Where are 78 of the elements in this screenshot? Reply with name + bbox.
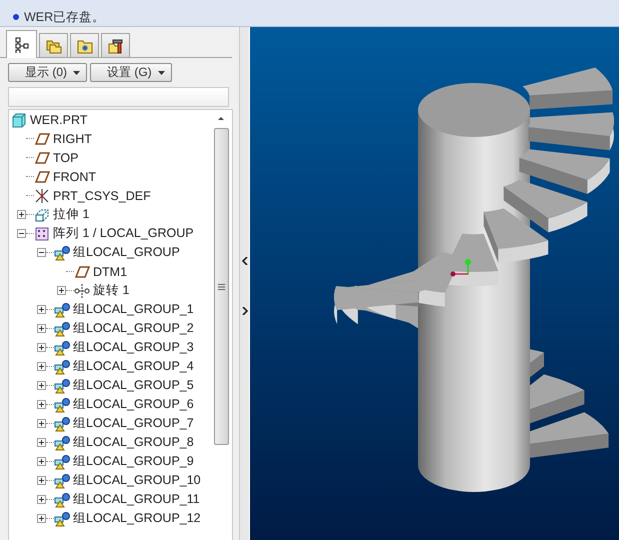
tree-item[interactable]: 组LOCAL_GROUP_2 [73, 320, 194, 337]
tree-item[interactable]: 组LOCAL_GROUP_4 [73, 358, 194, 375]
coordinate-axes-icon [450, 259, 471, 276]
expand-icon[interactable] [37, 381, 46, 390]
coordinate-system-icon [34, 188, 50, 204]
navigator-tab[interactable] [6, 30, 37, 58]
tree-item[interactable]: 组LOCAL_GROUP_8 [73, 434, 194, 451]
star-folder-icon [76, 38, 92, 54]
tree-item[interactable]: 组LOCAL_GROUP_6 [73, 396, 194, 413]
datum-plane-icon [34, 130, 50, 146]
expand-icon[interactable] [37, 400, 46, 409]
tree-item[interactable]: 组LOCAL_GROUP_7 [73, 415, 194, 432]
group-icon [54, 492, 70, 508]
navigator-tab[interactable] [101, 33, 130, 57]
expand-icon[interactable] [37, 343, 46, 352]
tree-item[interactable]: 阵列 1 / LOCAL_GROUP [53, 225, 194, 242]
group-icon [54, 416, 70, 432]
expand-right-icon[interactable] [242, 307, 248, 315]
datum-plane-icon [74, 264, 90, 280]
group-icon [54, 320, 70, 336]
caret-icon [73, 70, 80, 74]
tree-item[interactable]: WER.PRT [30, 112, 88, 126]
toolbox-icon [108, 38, 124, 54]
group-icon [54, 358, 70, 374]
tree-item[interactable]: 组LOCAL_GROUP_3 [73, 339, 194, 356]
dropdown-button[interactable]: 显示 (0) [8, 63, 87, 82]
expand-icon[interactable] [37, 305, 46, 314]
expand-icon[interactable] [37, 476, 46, 485]
tree-item[interactable]: 组LOCAL_GROUP_1 [73, 301, 194, 318]
expand-icon[interactable] [37, 457, 46, 466]
expand-icon[interactable] [37, 514, 46, 523]
expand-icon[interactable] [57, 286, 66, 295]
dropdown-button[interactable]: 设置 (G) [90, 63, 172, 82]
tree-item[interactable]: 组LOCAL_GROUP_5 [73, 377, 194, 394]
expand-icon[interactable] [37, 419, 46, 428]
group-icon [54, 472, 70, 488]
tree-item[interactable]: 组LOCAL_GROUP_12 [73, 510, 201, 527]
expand-icon[interactable] [37, 324, 46, 333]
collapse-icon[interactable] [37, 248, 46, 257]
extrude-icon [34, 206, 50, 222]
revolve-icon [74, 282, 90, 298]
tree-item[interactable]: FRONT [53, 170, 96, 184]
tree-item[interactable]: 组LOCAL_GROUP_11 [73, 491, 200, 508]
expand-icon[interactable] [37, 362, 46, 371]
tree-item[interactable]: 旋转 1 [93, 282, 130, 299]
tree-item[interactable]: 组LOCAL_GROUP_9 [73, 453, 194, 470]
status-message: WER已存盘。 [24, 8, 106, 26]
tree-item[interactable]: 组LOCAL_GROUP_10 [73, 472, 201, 489]
group-icon [54, 340, 70, 356]
tree-item[interactable]: RIGHT [53, 132, 92, 146]
folders-icon [46, 38, 62, 54]
grip-icon [218, 284, 224, 290]
group-icon [54, 454, 70, 470]
tree-item[interactable]: PRT_CSYS_DEF [53, 188, 151, 202]
group-icon [54, 396, 70, 412]
part-cube-icon [11, 112, 27, 128]
scrollbar-thumb[interactable] [214, 128, 228, 445]
tree-icon [14, 36, 30, 52]
bullet-icon [13, 14, 19, 20]
group-icon [54, 510, 70, 526]
tree-item[interactable]: 组LOCAL_GROUP [73, 244, 180, 261]
datum-plane-icon [34, 150, 50, 166]
expand-icon[interactable] [37, 438, 46, 447]
group-icon [54, 378, 70, 394]
filter-field[interactable] [8, 87, 229, 107]
caret-icon [158, 70, 165, 74]
group-icon [54, 302, 70, 318]
datum-plane-icon [34, 168, 50, 184]
group-icon [54, 244, 70, 260]
tree-item[interactable]: 拉伸 1 [53, 206, 90, 223]
collapse-left-icon[interactable] [242, 257, 248, 265]
group-icon [54, 434, 70, 450]
tree-item[interactable]: DTM1 [93, 264, 128, 278]
expand-icon[interactable] [37, 495, 46, 504]
tree-item[interactable]: TOP [53, 150, 78, 164]
expand-icon[interactable] [17, 210, 26, 219]
collapse-icon[interactable] [17, 229, 26, 238]
pattern-icon [34, 226, 50, 242]
